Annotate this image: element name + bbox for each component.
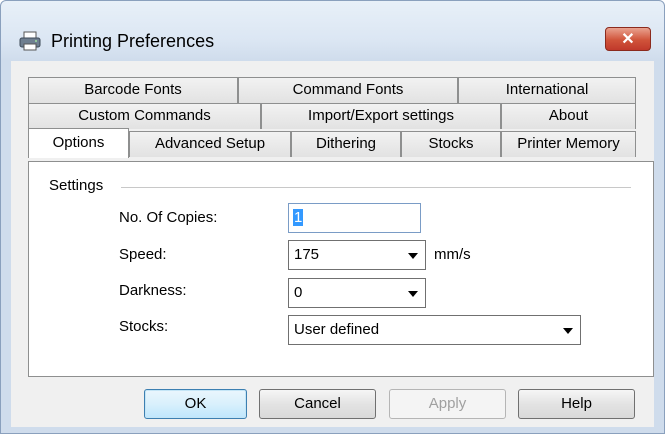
chevron-down-icon: [563, 328, 573, 334]
tab-dithering[interactable]: Dithering: [291, 131, 401, 157]
settings-group-line: [121, 187, 631, 188]
apply-button[interactable]: Apply: [389, 389, 506, 419]
speed-value: 175: [294, 246, 320, 263]
tab-advanced-setup[interactable]: Advanced Setup: [129, 131, 291, 157]
help-button[interactable]: Help: [518, 389, 635, 419]
copies-value: 1: [293, 209, 304, 226]
tab-options[interactable]: Options: [28, 128, 129, 158]
printing-preferences-window: Printing Preferences ✕ Barcode Fonts Com…: [0, 0, 665, 434]
chevron-down-icon: [408, 253, 418, 259]
title-bar[interactable]: Printing Preferences ✕: [1, 1, 664, 59]
stocks-label: Stocks:: [119, 318, 169, 335]
close-icon: ✕: [621, 31, 635, 48]
darkness-value: 0: [294, 284, 303, 301]
tab-barcode-fonts[interactable]: Barcode Fonts: [28, 77, 238, 103]
tab-printer-memory[interactable]: Printer Memory: [501, 131, 636, 157]
copies-label: No. Of Copies:: [119, 209, 218, 226]
copies-input[interactable]: 1: [288, 203, 421, 233]
close-button[interactable]: ✕: [605, 27, 651, 51]
stocks-value: User defined: [294, 321, 380, 338]
dialog-client-area: Barcode Fonts Command Fonts Internationa…: [11, 61, 654, 427]
ok-button[interactable]: OK: [144, 389, 247, 419]
speed-unit: mm/s: [434, 246, 471, 263]
window-title: Printing Preferences: [51, 31, 215, 51]
options-panel: Settings No. Of Copies: 1 Speed: 175 mm/…: [28, 161, 654, 377]
printer-icon: [19, 31, 41, 51]
tab-about[interactable]: About: [501, 103, 636, 129]
chevron-down-icon: [408, 291, 418, 297]
tab-custom-commands[interactable]: Custom Commands: [28, 103, 261, 129]
settings-group-label: Settings: [49, 177, 110, 194]
darkness-label: Darkness:: [119, 282, 187, 299]
tab-command-fonts[interactable]: Command Fonts: [238, 77, 458, 103]
tab-import-export-settings[interactable]: Import/Export settings: [261, 103, 501, 129]
cancel-button[interactable]: Cancel: [259, 389, 376, 419]
speed-select[interactable]: 175: [288, 240, 426, 270]
stocks-select[interactable]: User defined: [288, 315, 581, 345]
tab-stocks[interactable]: Stocks: [401, 131, 501, 157]
speed-label: Speed:: [119, 246, 167, 263]
darkness-select[interactable]: 0: [288, 278, 426, 308]
tab-international[interactable]: International: [458, 77, 636, 103]
